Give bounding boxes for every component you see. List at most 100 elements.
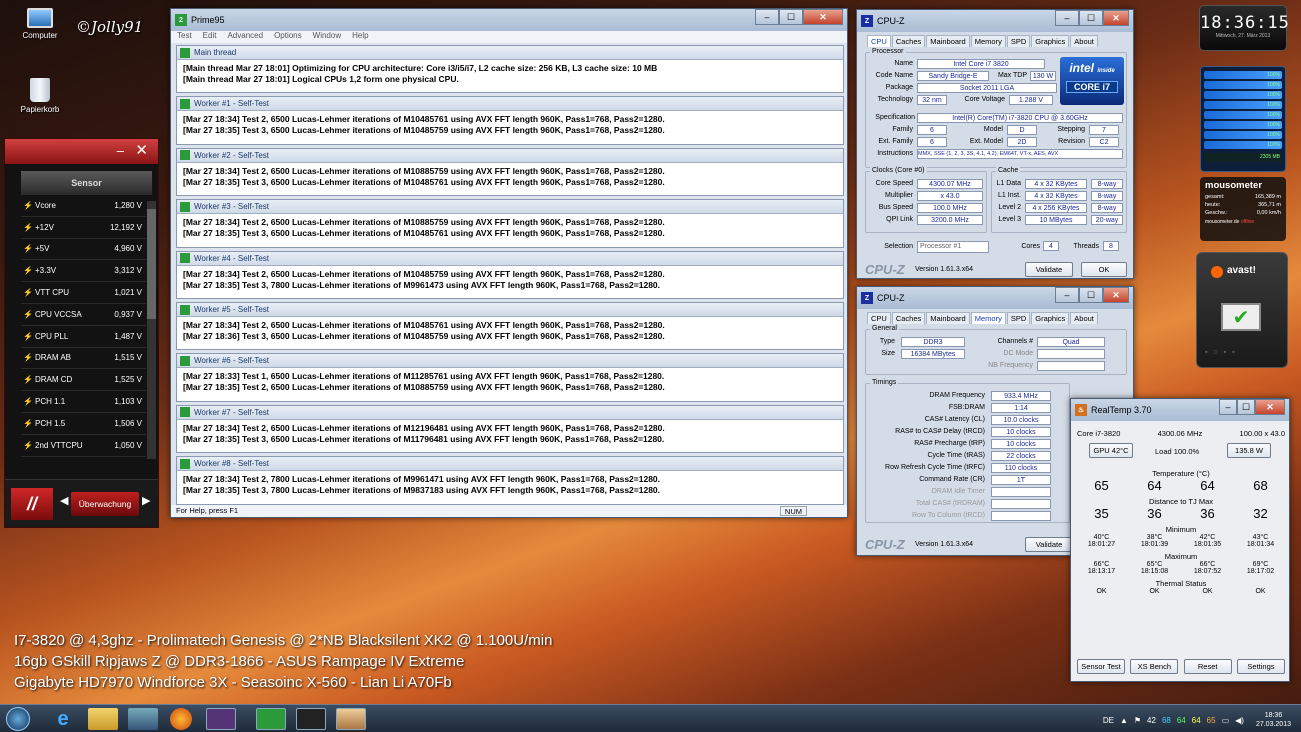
ie-icon[interactable]: e [48, 708, 78, 730]
tab-graphics[interactable]: Graphics [1031, 35, 1070, 47]
tab-graphics[interactable]: Graphics [1031, 312, 1070, 324]
close-button[interactable]: ✕ [803, 9, 843, 25]
tray-temp-2[interactable]: 64 [1177, 716, 1186, 725]
worker-pane[interactable]: Worker #8 - Self-Test [Mar 27 18:34] Test… [176, 456, 844, 505]
memory-type-value: DDR3 [901, 337, 965, 347]
minimize-icon[interactable]: – [117, 143, 124, 158]
minimize-button[interactable]: – [1055, 10, 1079, 26]
close-button[interactable]: ✕ [1255, 399, 1285, 415]
tray-temp-4[interactable]: 65 [1207, 716, 1216, 725]
maximize-button[interactable]: ☐ [1079, 287, 1103, 303]
computer-desktop-icon[interactable]: Computer [10, 8, 70, 40]
worker-pane[interactable]: Worker #2 - Self-Test [Mar 27 18:34] Test… [176, 147, 844, 197]
monitoring-button[interactable]: Überwachung [71, 492, 139, 516]
menu-test[interactable]: Test [177, 31, 192, 43]
tab-mainboard[interactable]: Mainboard [926, 312, 970, 324]
realtemp-app-icon: ♨ [1075, 404, 1087, 416]
worker-pane[interactable]: Worker #7 - Self-Test [Mar 27 18:34] Test… [176, 404, 844, 454]
maximize-button[interactable]: ☐ [1237, 399, 1255, 415]
menu-window[interactable]: Window [313, 31, 341, 43]
load-text: Load 100.0% [1155, 447, 1200, 456]
taskbar-clock[interactable]: 18:36 27.03.2013 [1256, 711, 1291, 729]
tab-caches[interactable]: Caches [891, 35, 926, 47]
tab-memory[interactable]: Memory [970, 312, 1006, 324]
firefox-icon[interactable] [170, 708, 192, 730]
volume-icon[interactable]: ◀) [1235, 716, 1244, 725]
tab-spd[interactable]: SPD [1006, 312, 1031, 324]
tab-about[interactable]: About [1070, 35, 1098, 47]
sensor-row: ⚡ DRAM AB 1,515 V [21, 348, 146, 370]
sensor-scrollbar[interactable] [147, 201, 156, 459]
prime95-titlebar[interactable]: 2 Prime95 – ☐ ✕ [171, 9, 847, 31]
worker-pane[interactable]: Worker #4 - Self-Test [Mar 27 18:34] Test… [176, 250, 844, 299]
explorer-icon[interactable] [88, 708, 118, 730]
worker-pane[interactable]: Worker #1 - Self-Test [Mar 27 18:34] Test… [176, 96, 844, 145]
close-button[interactable]: ✕ [1103, 287, 1129, 303]
watts-button[interactable]: 135.8 W [1227, 443, 1271, 458]
worker-pane[interactable]: Worker #3 - Self-Test [Mar 27 18:34] Test… [176, 199, 844, 248]
recycle-bin-desktop-icon[interactable]: Papierkorb [10, 78, 70, 114]
log-line: [Main thread Mar 27 18:01] Logical CPUs … [183, 74, 459, 84]
prime95-mdi-area: Main thread [Main thread Mar 27 18:01] Op… [176, 45, 844, 507]
realtemp-taskbar-icon[interactable] [336, 708, 366, 730]
core-value: OK [1096, 588, 1107, 595]
sensor-test-button[interactable]: Sensor Test [1077, 659, 1125, 674]
realtemp-titlebar[interactable]: ♨ RealTemp 3.70 – ☐ ✕ [1071, 399, 1289, 421]
tray-temp-1[interactable]: 68 [1162, 716, 1171, 725]
media-player-icon[interactable] [128, 708, 158, 730]
menu-help[interactable]: Help [352, 31, 368, 43]
next-arrow-icon[interactable]: ▶ [142, 494, 150, 507]
maximize-button[interactable]: ☐ [1079, 10, 1103, 26]
tab-memory[interactable]: Memory [970, 35, 1006, 47]
validate-button[interactable]: Validate [1025, 262, 1073, 277]
xs-bench-button[interactable]: XS Bench [1130, 659, 1179, 674]
menu-options[interactable]: Options [274, 31, 302, 43]
close-icon[interactable]: ✕ [135, 141, 148, 159]
tray-expand-icon[interactable]: ▲ [1120, 716, 1128, 725]
validate-button[interactable]: Validate [1025, 537, 1073, 552]
menu-advanced[interactable]: Advanced [227, 31, 263, 43]
timing-value: 110 clocks [991, 463, 1051, 473]
rog-taskbar-icon[interactable] [296, 708, 326, 730]
menu-edit[interactable]: Edit [203, 31, 217, 43]
processor-select[interactable]: Processor #1 [917, 241, 989, 253]
maximize-button[interactable]: ☐ [779, 9, 803, 25]
log-line: [Mar 27 18:33] Test 1, 6500 Lucas-Lehmer… [183, 371, 665, 382]
close-button[interactable]: ✕ [1103, 10, 1129, 26]
tab-caches[interactable]: Caches [891, 312, 926, 324]
start-button[interactable] [6, 707, 30, 731]
minimize-button[interactable]: – [1219, 399, 1237, 415]
worker-pane[interactable]: Worker #6 - Self-Test [Mar 27 18:33] Test… [176, 353, 844, 402]
tray-temp-0[interactable]: 42 [1147, 716, 1156, 725]
tab-cpu[interactable]: CPU [867, 312, 891, 324]
ok-button[interactable]: OK [1081, 262, 1127, 277]
reset-button[interactable]: Reset [1183, 659, 1232, 674]
prev-arrow-icon[interactable]: ◀ [60, 494, 68, 507]
network-icon[interactable]: ▭ [1222, 716, 1230, 725]
worker-pane[interactable]: Worker #5 - Self-Test [Mar 27 18:34] Test… [176, 302, 844, 351]
pane-title: Worker #3 - Self-Test [177, 200, 843, 215]
sensor-row: ⚡ +3.3V 3,312 V [21, 260, 146, 283]
main-thread-pane[interactable]: Main thread [Main thread Mar 27 18:01] Op… [176, 45, 844, 94]
settings-button[interactable]: Settings [1236, 659, 1285, 674]
tab-cpu[interactable]: CPU [867, 35, 891, 47]
cpuz2-title: CPU-Z [877, 293, 905, 303]
tab-about[interactable]: About [1070, 312, 1098, 324]
tab-spd[interactable]: SPD [1006, 35, 1031, 47]
cpuz-titlebar[interactable]: Z CPU-Z – ☐ ✕ [857, 10, 1133, 32]
tab-mainboard[interactable]: Mainboard [926, 35, 970, 47]
language-indicator[interactable]: DE [1103, 716, 1114, 725]
prime95-taskbar-icon[interactable] [256, 708, 286, 730]
cache-size-value: 10 MBytes [1025, 215, 1087, 225]
action-center-icon[interactable]: ⚑ [1134, 716, 1141, 725]
log-line: [Mar 27 18:35] Test 3, 6500 Lucas-Lehmer… [183, 176, 665, 187]
minimize-button[interactable]: – [1055, 287, 1079, 303]
avast-logo-icon [1211, 266, 1223, 278]
pane-title: Worker #7 - Self-Test [177, 405, 843, 420]
tray-temp-3[interactable]: 64 [1192, 716, 1201, 725]
avast-toolbar[interactable]: ◦◌◦◦ [1205, 349, 1281, 359]
cpuz-taskbar-icon[interactable] [206, 708, 236, 730]
minimize-button[interactable]: – [755, 9, 779, 25]
gpu-temp-button[interactable]: GPU 42°C [1089, 443, 1133, 458]
cpuz2-titlebar[interactable]: Z CPU-Z – ☐ ✕ [857, 287, 1133, 309]
